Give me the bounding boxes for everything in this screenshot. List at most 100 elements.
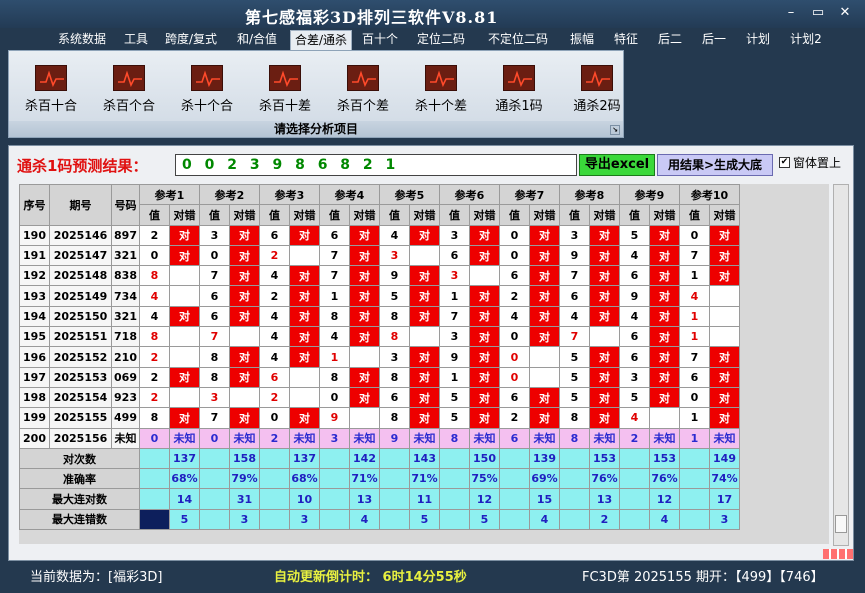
row-seq: 195 [19,326,50,348]
stats-value: 4 [529,508,560,531]
subheader-hit: 对错 [349,204,380,226]
ribbon-button-5[interactable]: 杀十个差 [405,65,477,114]
menu-item-2[interactable]: 跨度/复式 [158,30,224,50]
row-issue: 2025146 [49,224,112,246]
chart-icon [269,65,301,91]
cell-value: 6 [499,386,530,409]
table-row[interactable]: 193 2025149 734 4 6 对 2 对 1 对 5 对 1 对 2 对 6 对 9 对 4 [19,285,740,307]
col-header-issue: 期号 [49,184,112,226]
table-row[interactable]: 190 2025146 897 2 对 3 对 6 对 6 对 4 对 3 对 0 对 3 对 5 对 0 对 [19,224,740,246]
ribbon-button-0[interactable]: 杀百十合 [15,65,87,114]
cell-hit: 对 [469,407,500,429]
cell-value: 4 [679,285,710,307]
vertical-scrollbar[interactable] [833,184,849,546]
cell-hit: 对 [409,346,440,368]
scrollbar-thumb[interactable] [835,515,847,533]
row-issue: 2025154 [49,386,112,409]
cell-miss [649,407,680,429]
ribbon-button-3[interactable]: 杀百十差 [249,65,321,114]
table-row[interactable]: 194 2025150 321 4 对 6 对 4 对 8 对 8 对 7 对 4 对 4 对 4 对 1 [19,305,740,328]
cell-hit: 对 [289,224,320,246]
row-code: 321 [111,305,140,328]
table-row[interactable]: 196 2025152 210 2 8 对 4 对 1 3 对 9 对 0 5 对 6 对 7 对 [19,346,740,368]
ribbon-button-7[interactable]: 通杀2码 [561,65,633,114]
ribbon-button-1[interactable]: 杀百个合 [93,65,165,114]
table-row[interactable]: 195 2025151 718 8 7 4 对 4 对 8 3 对 0 对 7 6 对 1 [19,326,740,348]
cell-value: 0 [679,224,710,246]
menu-item-1[interactable]: 工具 [118,30,154,50]
stats-value: 69% [529,468,560,490]
cell-miss [409,326,440,348]
ribbon-button-2[interactable]: 杀十个合 [171,65,243,114]
cell-value: 8 [139,326,170,348]
stats-spacer [679,468,710,490]
menu-item-10[interactable]: 后二 [650,30,690,50]
col-header-ref: 参考8 [559,184,620,206]
ribbon-button-6[interactable]: 通杀1码 [483,65,555,114]
forecast-row[interactable]: 200 2025156 未知 0 未知 0 未知 2 未知 3 未知 9 未知 8 未知 6 未知 8 未知 2 未知 1… [19,427,740,449]
stats-value: 13 [349,488,380,510]
cell-value: 7 [559,326,590,348]
stats-value: 15 [529,488,560,510]
cell-value: 8 [379,366,410,388]
cell-hit: 对 [469,326,500,348]
cell-value: 1 [319,346,350,368]
stats-row: 准确率 68% 79% 68% 71% 71% 75% 69% 76% 76% 74% [19,468,740,490]
generate-base-button[interactable]: 用结果>生成大底 [657,154,773,176]
stats-row: 最大连对数 14 31 10 13 11 12 15 13 12 17 [19,488,740,510]
menu-item-4[interactable]: 合差/通杀 [290,30,352,50]
row-seq: 193 [19,285,50,307]
row-code: 321 [111,244,140,267]
table-row[interactable]: 191 2025147 321 0 对 0 对 2 7 对 3 6 对 0 对 9 对 4 对 7 对 [19,244,740,267]
cell-value: 5 [559,386,590,409]
maximize-button[interactable]: ▭ [807,4,829,22]
menu-item-5[interactable]: 百十个 [356,30,404,50]
menu-item-7[interactable]: 不定位二码 [478,30,558,50]
title-bar: 第七感福彩3D排列三软件V8.81 – ▭ ✕ [0,0,865,28]
window-ontop-checkbox[interactable]: ✔ [779,157,790,168]
close-button[interactable]: ✕ [834,4,856,22]
cell-value: 9 [559,244,590,267]
menu-item-9[interactable]: 特征 [606,30,646,50]
cell-value: 5 [559,346,590,368]
table-row[interactable]: 192 2025148 838 8 7 对 4 对 7 对 9 对 3 6 对 7 对 6 对 1 对 [19,265,740,287]
cell-value: 6 [259,366,290,388]
stats-value: 5 [409,508,440,531]
cell-value: 4 [379,224,410,246]
cell-value: 7 [559,265,590,287]
cell-miss [529,346,560,368]
ribbon-expand-icon[interactable]: ↘ [610,125,620,135]
cell-forecast-value: 1 [679,427,710,449]
chart-icon [503,65,535,91]
menu-item-8[interactable]: 振幅 [562,30,602,50]
menu-item-12[interactable]: 计划 [738,30,778,50]
ribbon-button-label: 通杀2码 [573,99,621,114]
stats-spacer [259,447,290,470]
menu-item-13[interactable]: 计划2 [782,30,830,50]
subheader-hit: 对错 [409,204,440,226]
cell-hit: 对 [349,224,380,246]
subheader-hit: 对错 [169,204,200,226]
cell-value: 4 [139,285,170,307]
stats-value: 3 [229,508,260,531]
table-row[interactable]: 199 2025155 499 8 对 7 对 0 对 9 8 对 5 对 2 对 8 对 4 1 对 [19,407,740,429]
menu-item-3[interactable]: 和/合值 [228,30,286,50]
cell-value: 0 [499,326,530,348]
subheader-value: 值 [379,204,410,226]
cell-value: 4 [619,407,650,429]
export-excel-button[interactable]: 导出excel [579,154,655,176]
cell-unknown: 未知 [289,427,320,449]
table-row[interactable]: 198 2025154 923 2 3 2 0 对 6 对 5 对 6 对 5 对 5 对 0 对 [19,386,740,409]
table-row[interactable]: 197 2025153 069 2 对 8 对 6 8 对 8 对 1 对 0 5 对 3 对 6 对 [19,366,740,388]
menu-item-0[interactable]: 系统数据 [50,30,114,50]
cell-hit: 对 [469,285,500,307]
cell-value: 0 [499,366,530,388]
ribbon-button-4[interactable]: 杀百个差 [327,65,399,114]
cell-hit: 对 [229,265,260,287]
stats-spacer [559,508,590,531]
minimize-button[interactable]: – [780,4,802,22]
row-issue: 2025149 [49,285,112,307]
menu-item-11[interactable]: 后一 [694,30,734,50]
menu-item-6[interactable]: 定位二码 [408,30,474,50]
prediction-result-field[interactable]: 0 0 2 3 9 8 6 8 2 1 [175,154,577,176]
